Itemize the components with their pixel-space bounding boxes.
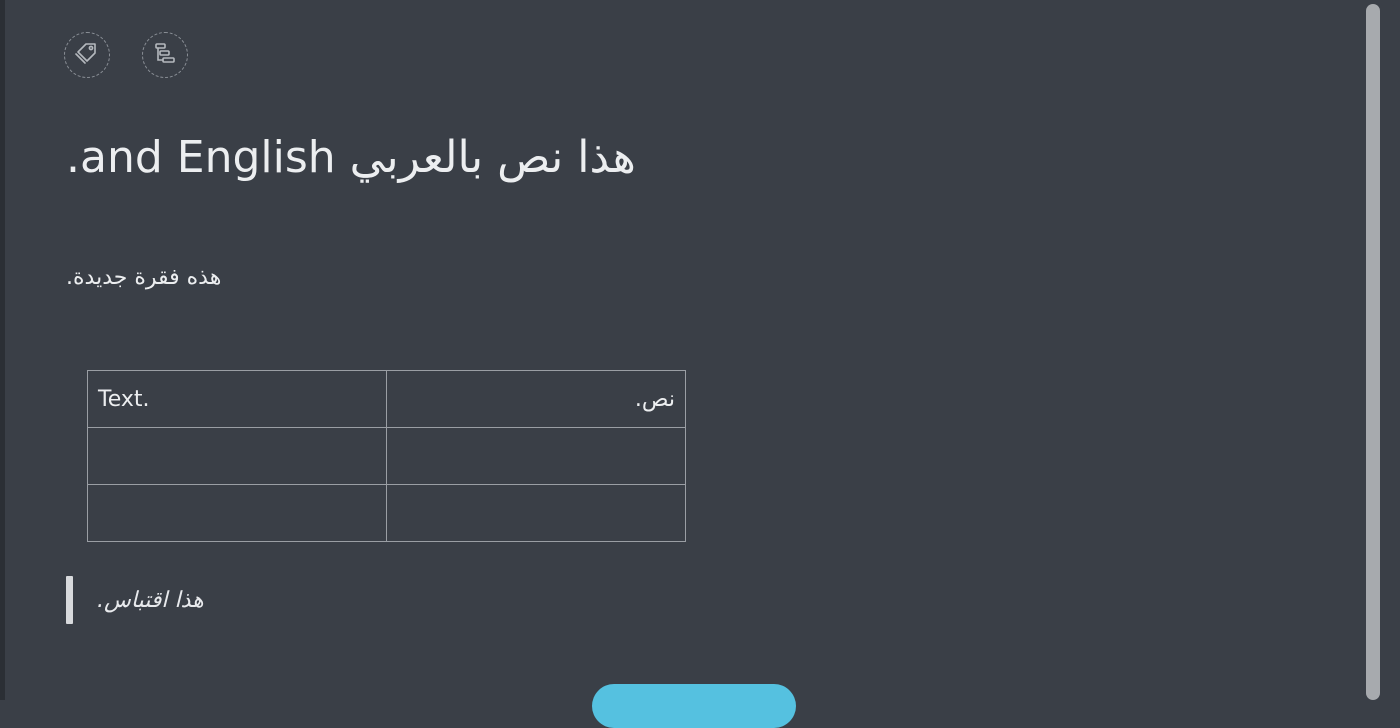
table-cell[interactable] [87, 484, 387, 542]
scrollbar-thumb[interactable] [1366, 4, 1380, 700]
table-cell[interactable]: نص. [386, 370, 686, 428]
table-cell[interactable] [386, 427, 686, 485]
table-cell[interactable]: Text. [87, 370, 387, 428]
tag-button[interactable] [64, 32, 110, 78]
table-row [87, 484, 686, 542]
document-table[interactable]: Text. نص. [87, 370, 686, 542]
outline-button[interactable] [142, 32, 188, 78]
blockquote-text[interactable]: هذا اقتباس. [97, 588, 204, 613]
blockquote[interactable]: هذا اقتباس. [66, 576, 204, 624]
table-row: Text. نص. [87, 370, 686, 428]
tag-icon [73, 39, 101, 71]
table-row [87, 427, 686, 485]
document-heading[interactable]: هذا نص بالعربي and English. [66, 128, 656, 188]
document-paragraph[interactable]: هذه فقرة جديدة. [66, 262, 253, 294]
outline-icon [152, 40, 178, 70]
editor-pane: هذا نص بالعربي and English. هذه فقرة جدي… [5, 0, 1360, 728]
table-cell[interactable] [87, 427, 387, 485]
blockquote-bar [66, 576, 73, 624]
primary-action-button[interactable] [592, 684, 796, 728]
table-cell[interactable] [386, 484, 686, 542]
